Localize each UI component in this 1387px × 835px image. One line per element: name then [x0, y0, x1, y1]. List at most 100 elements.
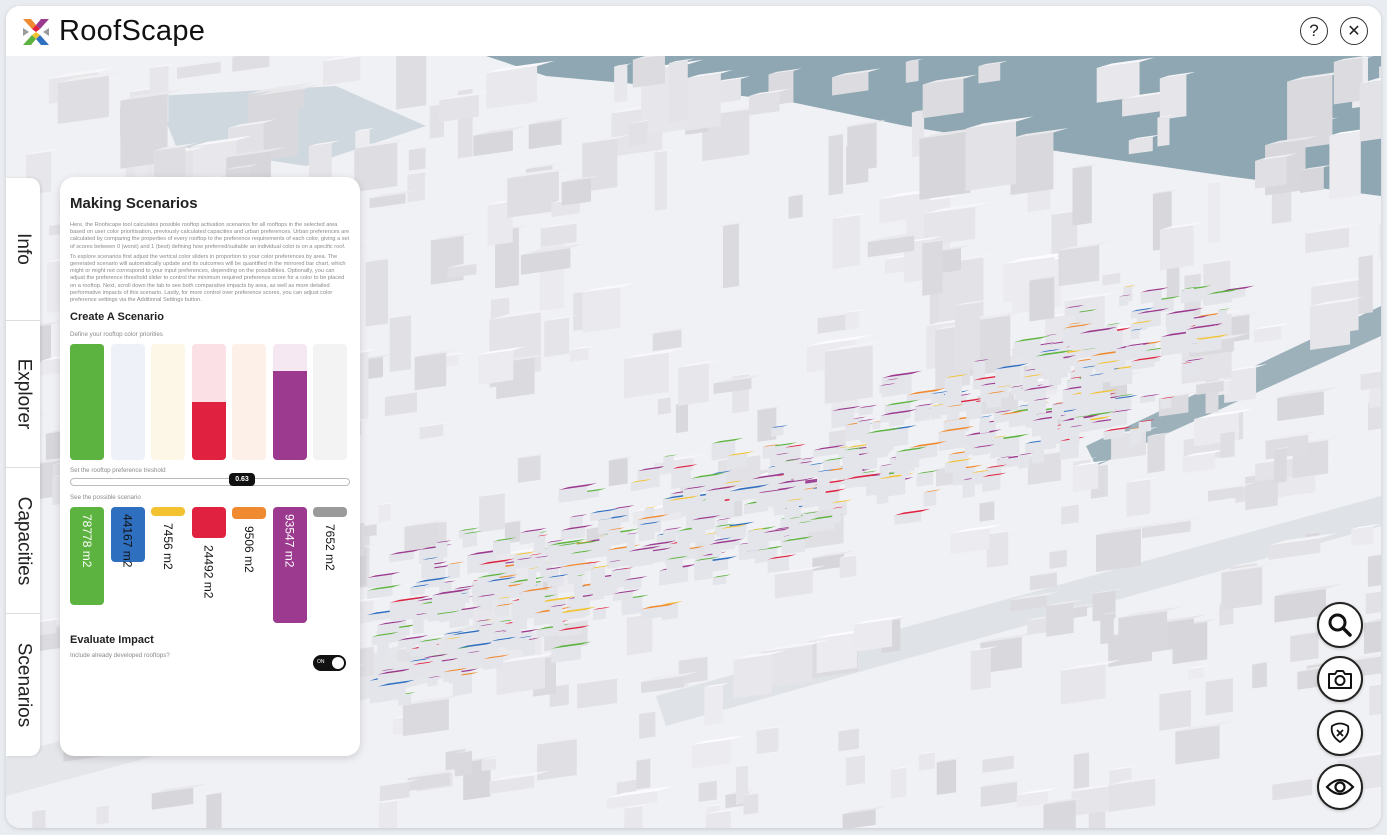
building: [802, 488, 814, 509]
building: [1181, 362, 1190, 377]
close-button[interactable]: ✕: [1340, 17, 1368, 45]
scenario-bar: 7456 m2: [151, 507, 185, 570]
building: [422, 558, 435, 574]
clear-location-button[interactable]: [1317, 710, 1363, 756]
building: [628, 121, 648, 147]
building: [982, 474, 1001, 493]
building: [743, 793, 759, 815]
building: [1058, 244, 1100, 287]
building: [774, 453, 786, 472]
building: [607, 528, 621, 547]
building: [1305, 227, 1350, 254]
building: [1290, 632, 1319, 663]
building: [954, 302, 980, 371]
priority-slider[interactable]: [191, 344, 226, 461]
map-3d-view[interactable]: Info Explorer Capacities Scenarios Makin…: [6, 56, 1381, 828]
priority-slider[interactable]: [232, 344, 266, 461]
building: [923, 490, 937, 507]
priority-slider[interactable]: [70, 344, 104, 461]
camera-button[interactable]: [1317, 656, 1363, 702]
search-button[interactable]: [1317, 602, 1363, 648]
building: [842, 809, 876, 828]
tab-info[interactable]: Info: [6, 178, 40, 321]
building: [1100, 613, 1114, 645]
building: [414, 352, 447, 391]
app-window: RoofScape ? ✕ Info Explorer Capacities S…: [6, 6, 1381, 828]
scenario-bar-label: 24492 m2: [201, 544, 216, 598]
building: [1160, 397, 1172, 410]
tab-capacities[interactable]: Capacities: [6, 468, 40, 614]
building: [574, 586, 583, 601]
panel-instructions: To explore scenarios first adjust the ve…: [70, 253, 346, 304]
building: [492, 539, 511, 557]
building: [628, 548, 653, 568]
priority-slider[interactable]: [110, 344, 145, 461]
building: [1329, 131, 1361, 200]
tab-scenarios[interactable]: Scenarios: [6, 614, 40, 756]
building: [756, 727, 779, 755]
scenario-bar: 78778 m2: [70, 507, 104, 605]
building: [479, 624, 490, 637]
building: [1016, 790, 1048, 808]
building: [922, 240, 943, 296]
building: [1126, 479, 1151, 518]
building: [626, 613, 653, 656]
building: [354, 142, 398, 193]
building: [838, 728, 859, 752]
building: [457, 647, 467, 666]
include-developed-toggle[interactable]: ON: [313, 655, 346, 672]
tab-explorer[interactable]: Explorer: [6, 321, 40, 468]
building: [866, 429, 894, 453]
building: [750, 528, 763, 544]
scenario-bar: 24492 m2: [191, 507, 226, 598]
building: [232, 56, 270, 72]
building: [986, 531, 1009, 568]
building: [408, 147, 426, 171]
building: [206, 792, 222, 828]
building: [1369, 684, 1381, 716]
priority-slider[interactable]: [272, 344, 307, 461]
building: [1217, 309, 1228, 322]
building: [657, 397, 671, 415]
building: [1252, 662, 1267, 689]
building: [798, 521, 809, 538]
building: [477, 595, 493, 612]
help-button[interactable]: ?: [1300, 17, 1328, 45]
building: [845, 754, 865, 786]
threshold-slider[interactable]: 0.63: [70, 473, 350, 487]
priority-slider[interactable]: [313, 344, 347, 461]
building: [365, 259, 389, 327]
scenario-bar: 44167 m2: [110, 507, 145, 568]
building: [1272, 778, 1313, 801]
building: [1010, 386, 1022, 395]
scenario-bar: 93547 m2: [272, 507, 307, 624]
threshold-handle[interactable]: 0.63: [229, 473, 255, 487]
building: [669, 60, 688, 123]
building: [1072, 165, 1092, 226]
building: [1220, 431, 1235, 459]
priority-slider[interactable]: [151, 344, 185, 461]
scenario-bar-label: 9506 m2: [242, 526, 256, 573]
building: [1088, 374, 1101, 386]
building: [816, 470, 830, 491]
building: [495, 604, 509, 617]
building: [853, 619, 893, 652]
scenario-bar-label: 93547 m2: [282, 514, 297, 568]
visibility-button[interactable]: [1317, 764, 1363, 810]
building: [894, 511, 922, 526]
building: [32, 809, 46, 828]
building: [678, 363, 709, 406]
building: [1310, 300, 1351, 351]
building: [663, 455, 674, 472]
building: [982, 755, 1014, 773]
building: [824, 344, 873, 404]
building: [839, 555, 857, 579]
building: [1111, 410, 1128, 427]
building: [96, 805, 109, 825]
building: [722, 223, 740, 289]
building: [1032, 399, 1046, 415]
building: [812, 553, 845, 572]
building: [1147, 434, 1165, 474]
side-tabs: Info Explorer Capacities Scenarios: [6, 178, 40, 756]
building: [614, 64, 628, 103]
